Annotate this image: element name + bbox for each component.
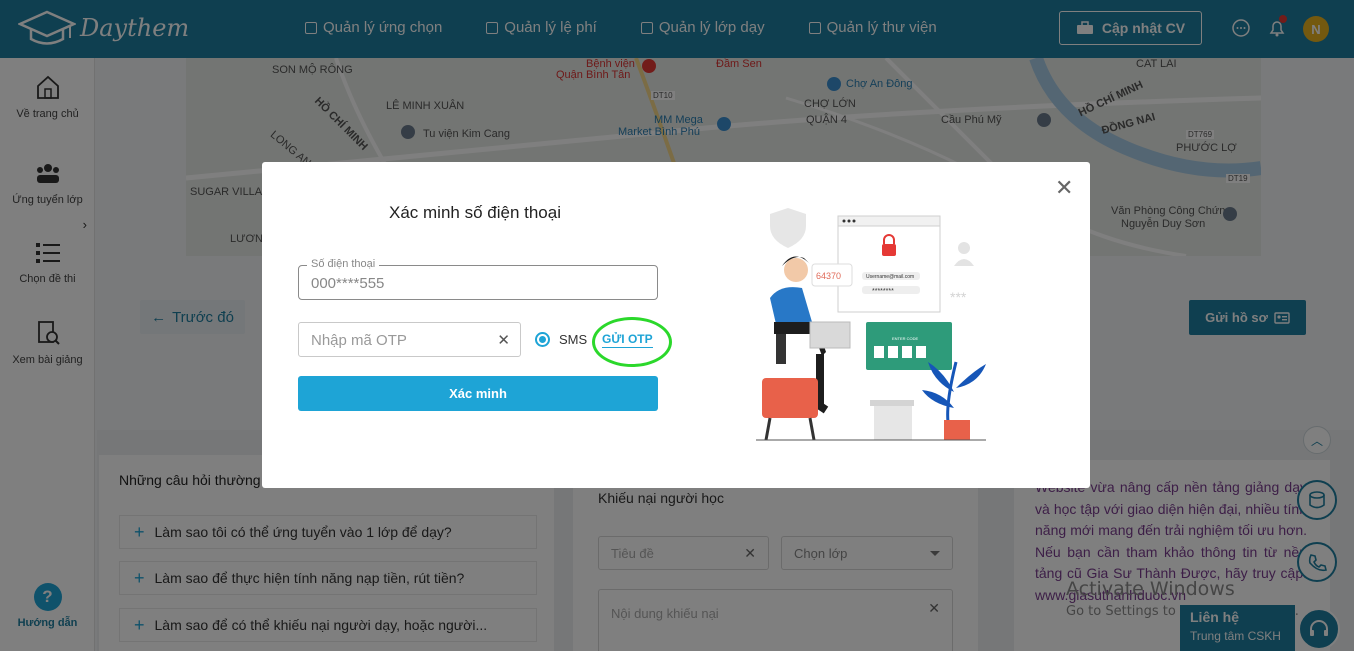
sms-label: SMS (559, 332, 588, 347)
illustration-password: ******** (872, 288, 894, 295)
highlight-circle (592, 317, 672, 367)
verify-button[interactable]: Xác minh (298, 376, 658, 411)
illustration-email: Username@mail.com (866, 274, 914, 280)
verification-illustration: Username@mail.com ******** *** 64370 ENT… (756, 208, 986, 441)
otp-input[interactable]: Nhập mã OTP ✕ (298, 322, 521, 357)
modal-title: Xác minh số điện thoại (389, 203, 561, 222)
clear-icon[interactable]: ✕ (497, 331, 510, 349)
otp-placeholder: Nhập mã OTP (311, 332, 407, 349)
close-icon[interactable]: ✕ (1055, 177, 1073, 199)
illustration-stars: *** (950, 289, 967, 305)
phone-field-label: Số điện thoại (307, 258, 380, 270)
illustration-enter-code: ENTER CODE (892, 336, 919, 341)
phone-field-value: 000****555 (311, 275, 385, 292)
phone-verification-modal: Xác minh số điện thoại ✕ Số điện thoại 0… (262, 162, 1090, 488)
illustration-code: 64370 (816, 271, 841, 281)
sms-radio[interactable] (535, 332, 550, 347)
phone-field[interactable]: Số điện thoại 000****555 (298, 258, 658, 300)
